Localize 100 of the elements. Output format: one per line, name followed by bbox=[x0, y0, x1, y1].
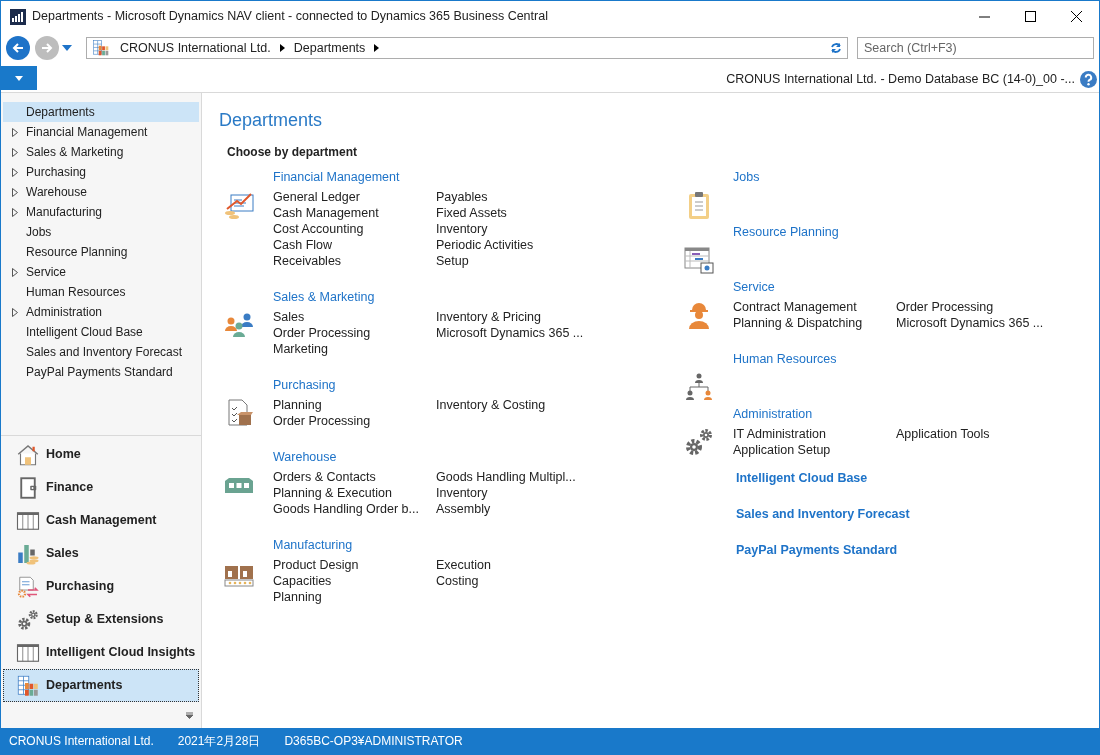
department-task-link[interactable]: Inventory bbox=[436, 485, 606, 501]
gears-icon bbox=[16, 607, 40, 632]
navigation-pane-button[interactable]: Intelligent Cloud Insights bbox=[3, 636, 199, 669]
navigation-tree-item[interactable]: Service bbox=[3, 262, 199, 282]
navigation-tree-item[interactable]: Administration bbox=[3, 302, 199, 322]
department-task-link[interactable]: Marketing bbox=[273, 341, 436, 357]
navigation-pane-button[interactable]: Finance bbox=[3, 471, 199, 504]
department-task-link[interactable]: Inventory bbox=[436, 221, 606, 237]
navigation-tree-item[interactable]: Sales & Marketing bbox=[3, 142, 199, 162]
expand-icon[interactable] bbox=[11, 207, 18, 217]
breadcrumb[interactable]: Departments bbox=[293, 38, 366, 58]
help-icon[interactable] bbox=[1080, 70, 1097, 88]
department-task-link[interactable]: Order Processing bbox=[896, 299, 1066, 315]
breadcrumb-arrow-icon[interactable] bbox=[279, 44, 285, 52]
page-title: Departments bbox=[219, 109, 324, 131]
department-heading-link[interactable]: Service bbox=[733, 279, 1066, 299]
department-heading-link[interactable]: Resource Planning bbox=[733, 224, 839, 244]
navigation-pane-button[interactable]: Home bbox=[3, 438, 199, 471]
navigation-tree-item[interactable]: Manufacturing bbox=[3, 202, 199, 222]
department-task-link[interactable]: Periodic Activities bbox=[436, 237, 606, 253]
search-field[interactable]: Search (Ctrl+F3) bbox=[857, 37, 1094, 59]
department-task-link[interactable]: General Ledger bbox=[273, 189, 436, 205]
department-task-link[interactable]: Contract Management bbox=[733, 299, 896, 315]
department-task-link[interactable]: Goods Handling Multipl... bbox=[436, 469, 606, 485]
department-task-link[interactable]: Orders & Contacts bbox=[273, 469, 436, 485]
department-task-link[interactable]: Planning bbox=[273, 589, 436, 605]
department-task-link[interactable]: Order Processing bbox=[273, 413, 436, 429]
navigation-tree-item[interactable]: PayPal Payments Standard bbox=[3, 362, 199, 382]
department-heading-link[interactable]: Warehouse bbox=[273, 449, 606, 469]
navigation-tree-item[interactable]: Resource Planning bbox=[3, 242, 199, 262]
status-bar-text: CRONUS International Ltd. bbox=[9, 733, 154, 750]
navigation-pane-button[interactable]: Sales bbox=[3, 537, 199, 570]
department-task-link[interactable]: Execution bbox=[436, 557, 606, 573]
department-task-link[interactable]: Cost Accounting bbox=[273, 221, 436, 237]
department-task-link[interactable]: Product Design bbox=[273, 557, 436, 573]
navigation-pane-button[interactable]: Purchasing bbox=[3, 570, 199, 603]
navigation-pane-button[interactable]: Setup & Extensions bbox=[3, 603, 199, 636]
department-task-link[interactable]: Setup bbox=[436, 253, 606, 269]
refresh-icon[interactable] bbox=[830, 42, 842, 54]
breadcrumb[interactable]: CRONUS International Ltd. bbox=[120, 38, 271, 58]
department-heading-link[interactable]: Jobs bbox=[733, 169, 760, 189]
address-bar[interactable]: CRONUS International Ltd. Departments bbox=[86, 37, 848, 59]
building-chart-icon bbox=[16, 673, 40, 698]
department-heading-link[interactable]: Sales and Inventory Forecast bbox=[736, 506, 1066, 542]
expand-icon[interactable] bbox=[11, 307, 18, 317]
navigation-tree-item[interactable]: Purchasing bbox=[3, 162, 199, 182]
department-task-link[interactable]: Planning & Execution bbox=[273, 485, 436, 501]
navigation-tree-item[interactable]: Jobs bbox=[3, 222, 199, 242]
department-task-link[interactable]: Microsoft Dynamics 365 ... bbox=[436, 325, 606, 341]
navigation-tree-item[interactable]: Departments bbox=[3, 102, 199, 122]
expand-icon[interactable] bbox=[11, 127, 18, 137]
department-task-link[interactable]: Application Tools bbox=[896, 426, 1066, 442]
department-task-link[interactable]: Planning & Dispatching bbox=[733, 315, 896, 331]
department-task-link[interactable]: Cash Flow bbox=[273, 237, 436, 253]
department-task-link[interactable]: Payables bbox=[436, 189, 606, 205]
department-task-link[interactable]: IT Administration bbox=[733, 426, 896, 442]
window-title: Departments - Microsoft Dynamics NAV client - connected to Dynamics 365 Business Central bbox=[32, 8, 548, 26]
department-task-link[interactable]: Order Processing bbox=[273, 325, 436, 341]
department-task-link[interactable]: Fixed Assets bbox=[436, 205, 606, 221]
navigation-tree-item[interactable]: Financial Management bbox=[3, 122, 199, 142]
schedule-table-icon bbox=[683, 244, 715, 276]
department-task-link[interactable]: Planning bbox=[273, 397, 436, 413]
department-task-link[interactable]: Inventory & Costing bbox=[436, 397, 606, 413]
configure-buttons-icon[interactable] bbox=[186, 711, 193, 719]
arrow-right-icon bbox=[40, 41, 54, 55]
department-task-link[interactable]: Receivables bbox=[273, 253, 436, 269]
department-task-link[interactable]: Capacities bbox=[273, 573, 436, 589]
company-database-info: CRONUS International Ltd. - Demo Database BC (14-0)_00 -... bbox=[726, 70, 1075, 88]
navigation-pane-button[interactable]: Cash Management bbox=[3, 504, 199, 537]
navigation-tree-item[interactable]: Sales and Inventory Forecast bbox=[3, 342, 199, 362]
department-heading-link[interactable]: Sales & Marketing bbox=[273, 289, 606, 309]
breadcrumb-arrow-icon[interactable] bbox=[374, 44, 380, 52]
department-task-link[interactable]: Application Setup bbox=[733, 442, 896, 458]
navigation-tree-item[interactable]: Human Resources bbox=[3, 282, 199, 302]
department-task-link[interactable]: Assembly bbox=[436, 501, 606, 517]
close-icon bbox=[1070, 11, 1082, 22]
department-heading-link[interactable]: Manufacturing bbox=[273, 537, 606, 557]
department-task-link[interactable]: Goods Handling Order b... bbox=[273, 501, 436, 517]
department-task-link[interactable]: Costing bbox=[436, 573, 606, 589]
ribbon-menu-button[interactable] bbox=[1, 66, 37, 90]
department-heading-link[interactable]: Financial Management bbox=[273, 169, 606, 189]
expand-icon[interactable] bbox=[11, 147, 18, 157]
navigation-pane-button[interactable]: Departments bbox=[3, 669, 199, 702]
caret-down-icon bbox=[62, 45, 72, 51]
department-task-link[interactable]: Inventory & Pricing bbox=[436, 309, 606, 325]
navigation-tree-item[interactable]: Intelligent Cloud Base bbox=[3, 322, 199, 342]
department-heading-link[interactable]: Human Resources bbox=[733, 351, 837, 371]
department-task-link[interactable]: Microsoft Dynamics 365 ... bbox=[896, 315, 1066, 331]
navigation-tree-item[interactable]: Warehouse bbox=[3, 182, 199, 202]
department-heading-link[interactable]: Purchasing bbox=[273, 377, 606, 397]
department-heading-link[interactable]: PayPal Payments Standard bbox=[736, 542, 1066, 578]
department-heading-link[interactable]: Administration bbox=[733, 406, 1066, 426]
department-heading-link[interactable]: Intelligent Cloud Base bbox=[736, 470, 1066, 506]
expand-icon[interactable] bbox=[11, 267, 18, 277]
gears-icon bbox=[683, 426, 715, 458]
back-button[interactable] bbox=[6, 36, 30, 60]
department-task-link[interactable]: Sales bbox=[273, 309, 436, 325]
expand-icon[interactable] bbox=[11, 187, 18, 197]
expand-icon[interactable] bbox=[11, 167, 18, 177]
department-task-link[interactable]: Cash Management bbox=[273, 205, 436, 221]
